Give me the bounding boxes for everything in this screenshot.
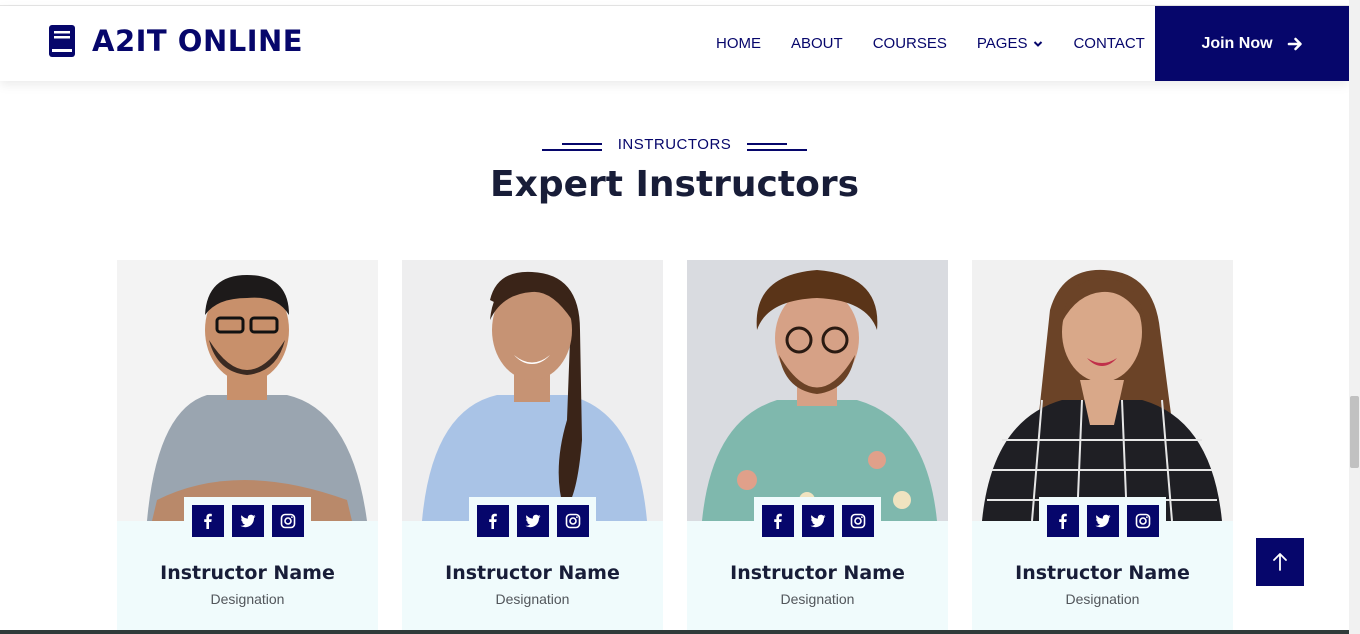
instructor-name: Instructor Name [730,562,905,584]
twitter-icon [810,514,825,528]
instructor-designation: Designation [1065,591,1140,607]
nav-courses[interactable]: COURSES [873,35,947,52]
nav-pages-label: PAGES [976,35,1028,52]
facebook-button[interactable] [191,505,224,537]
twitter-button[interactable] [801,505,834,537]
instructor-photo [402,260,663,521]
instructor-name: Instructor Name [160,562,335,584]
instructor-photo [117,260,378,521]
social-links [184,497,311,545]
navbar: A2IT ONLINE HOME ABOUT COURSES PAGES CON… [0,6,1349,81]
instructor-card: Instructor Name Designation [117,260,378,634]
instructor-designation: Designation [495,591,570,607]
twitter-icon [525,514,540,528]
twitter-button[interactable] [231,505,264,537]
main-nav: HOME ABOUT COURSES PAGES CONTACT [716,6,1175,81]
tag-decoration-left [541,139,602,151]
page-scrollbar[interactable] [1349,0,1360,634]
join-now-button[interactable]: Join Now [1155,6,1349,81]
nav-pages[interactable]: PAGES [977,35,1044,52]
section-tag-label: INSTRUCTORS [617,136,732,153]
facebook-icon [203,513,212,529]
section-tag: INSTRUCTORS [0,136,1349,153]
twitter-icon [240,514,255,528]
book-icon [49,25,75,57]
arrow-up-icon [1273,553,1287,571]
instructor-name: Instructor Name [1015,562,1190,584]
instagram-button[interactable] [271,505,304,537]
facebook-icon [488,513,497,529]
social-links [469,497,596,545]
nav-contact[interactable]: CONTACT [1073,35,1144,52]
instagram-button[interactable] [841,505,874,537]
chevron-down-icon [1034,40,1043,47]
instagram-icon [1135,513,1150,529]
back-to-top-button[interactable] [1256,538,1304,586]
facebook-icon [1058,513,1067,529]
twitter-button[interactable] [1086,505,1119,537]
nav-about[interactable]: ABOUT [791,35,843,52]
arrow-right-icon [1287,37,1302,50]
instructor-name: Instructor Name [445,562,620,584]
instagram-icon [565,513,580,529]
twitter-button[interactable] [516,505,549,537]
facebook-button[interactable] [1046,505,1079,537]
instagram-icon [280,513,295,529]
tag-decoration-right [747,139,808,151]
social-links [754,497,881,545]
twitter-icon [1095,514,1110,528]
instructor-designation: Designation [780,591,855,607]
social-links [1039,497,1166,545]
instructor-cards: Instructor Name Designation Instructor N… [117,260,1233,634]
bottom-strip [0,630,1349,634]
instructor-card: Instructor Name Designation [972,260,1233,634]
scrollbar-thumb[interactable] [1350,396,1359,468]
instructor-designation: Designation [210,591,285,607]
instructor-card: Instructor Name Designation [687,260,948,634]
brand-name: A2IT ONLINE [92,24,304,58]
instructor-photo [972,260,1233,521]
section-title: Expert Instructors [490,164,859,205]
facebook-button[interactable] [476,505,509,537]
instagram-icon [850,513,865,529]
facebook-button[interactable] [761,505,794,537]
brand-logo[interactable]: A2IT ONLINE [48,24,303,58]
instructor-card: Instructor Name Designation [402,260,663,634]
instructor-photo [687,260,948,521]
join-now-label: Join Now [1201,34,1273,52]
instagram-button[interactable] [556,505,589,537]
nav-home[interactable]: HOME [716,35,761,52]
facebook-icon [773,513,782,529]
instagram-button[interactable] [1126,505,1159,537]
